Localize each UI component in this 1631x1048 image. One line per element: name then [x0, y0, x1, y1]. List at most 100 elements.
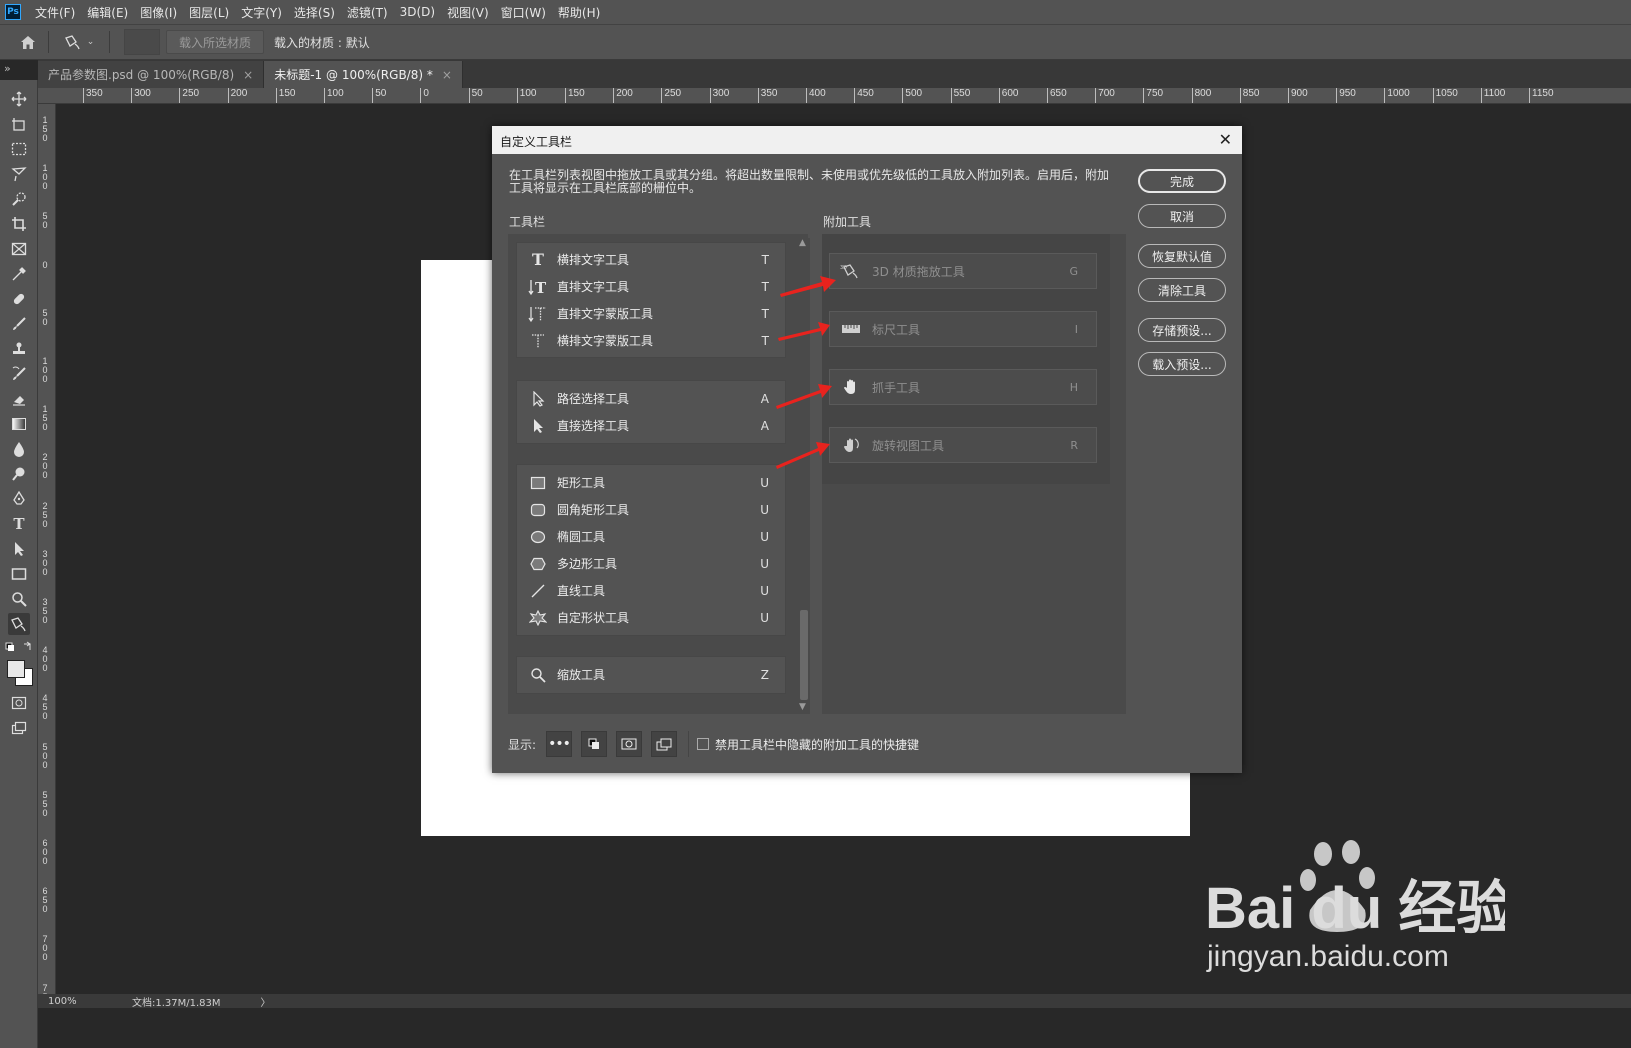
menu-edit[interactable]: 编辑(E) — [87, 4, 128, 21]
quick-mask-icon[interactable] — [8, 692, 30, 714]
tab-untitled-1[interactable]: 未标题-1 @ 100%(RGB/8) * × — [264, 61, 463, 88]
menu-layer[interactable]: 图层(L) — [189, 4, 229, 21]
history-brush-tool-icon[interactable] — [8, 363, 30, 385]
menu-image[interactable]: 图像(I) — [140, 4, 177, 21]
list-item[interactable]: T 直排文字工具 T — [517, 273, 785, 300]
show-colors-button[interactable] — [581, 731, 608, 757]
menu-type[interactable]: 文字(Y) — [241, 4, 282, 21]
pen-tool-icon[interactable] — [8, 488, 30, 510]
gradient-tool-icon[interactable] — [8, 413, 30, 435]
show-extra-tools-button[interactable]: ••• — [546, 731, 573, 757]
menu-file[interactable]: 文件(F) — [35, 4, 75, 21]
list-item[interactable]: 标尺工具 I — [829, 311, 1097, 347]
list-item[interactable]: 直接选择工具 A — [517, 412, 785, 439]
tool-preset-picker[interactable]: ⌄ — [59, 30, 99, 54]
menu-filter[interactable]: 滤镜(T) — [347, 4, 388, 21]
healing-brush-tool-icon[interactable] — [8, 288, 30, 310]
ruler-icon — [840, 324, 862, 334]
scroll-down-icon[interactable]: ▼ — [799, 702, 806, 712]
tool-group-type[interactable]: T 横排文字工具 T T 直排文字工具 T 直排文字蒙版工具 T 横排文字蒙版工… — [516, 242, 786, 358]
home-icon[interactable] — [18, 32, 38, 52]
list-item[interactable]: 缩放工具 Z — [517, 661, 785, 688]
ruler-tick-label: 1150 — [1529, 88, 1554, 103]
material-swatch[interactable] — [124, 29, 160, 55]
status-more-icon[interactable]: 〉 — [261, 994, 271, 1009]
zoom-tool-icon[interactable] — [8, 588, 30, 610]
extra-tools-list[interactable]: 3D 3D 材质拖放工具 G 标尺工具 I 抓手工具 H 旋转视图工具 R — [822, 234, 1126, 714]
list-item[interactable]: 旋转视图工具 R — [829, 427, 1097, 463]
list-item[interactable]: 椭圆工具 U — [517, 523, 785, 550]
ruler-tick-label: 900 — [1288, 88, 1308, 103]
toolbar-list[interactable]: T 横排文字工具 T T 直排文字工具 T 直排文字蒙版工具 T 横排文字蒙版工… — [508, 234, 808, 714]
eyedropper-tool-icon[interactable] — [8, 263, 30, 285]
artboard-tool-icon[interactable] — [8, 113, 30, 135]
tab-product-params[interactable]: 产品参数图.psd @ 100%(RGB/8) × — [38, 61, 265, 88]
menu-view[interactable]: 视图(V) — [447, 4, 489, 21]
close-icon[interactable]: ✕ — [1219, 130, 1232, 149]
type-horizontal-mask-icon — [527, 331, 549, 351]
path-selection-tool-icon[interactable] — [8, 538, 30, 560]
disable-shortcuts-label[interactable]: 禁用工具栏中隐藏的附加工具的快捷键 — [715, 736, 919, 753]
swap-colors-icon[interactable] — [4, 640, 34, 654]
color-swatches[interactable] — [5, 658, 33, 686]
close-icon[interactable]: × — [243, 68, 253, 82]
zoom-level[interactable]: 100% — [48, 996, 118, 1007]
save-preset-button[interactable]: 存储预设... — [1138, 318, 1226, 342]
list-item[interactable]: T 横排文字工具 T — [517, 246, 785, 273]
tool-group-zoom[interactable]: 缩放工具 Z — [516, 656, 786, 694]
disable-shortcuts-checkbox[interactable] — [697, 738, 710, 750]
quick-selection-tool-icon[interactable] — [8, 188, 30, 210]
show-screen-mode-button[interactable] — [651, 731, 678, 757]
blur-tool-icon[interactable] — [8, 438, 30, 460]
crop-tool-icon[interactable] — [8, 213, 30, 235]
type-horizontal-icon: T — [532, 250, 544, 269]
menu-help[interactable]: 帮助(H) — [558, 4, 600, 21]
menu-3d[interactable]: 3D(D) — [400, 5, 435, 19]
show-quick-mask-button[interactable] — [616, 731, 643, 757]
cancel-button[interactable]: 取消 — [1138, 204, 1226, 228]
list-item[interactable]: 抓手工具 H — [829, 369, 1097, 405]
tool-group-path-selection[interactable]: 路径选择工具 A 直接选择工具 A — [516, 380, 786, 444]
list-item[interactable]: 自定形状工具 U — [517, 604, 785, 631]
close-icon[interactable]: × — [442, 68, 452, 82]
done-button[interactable]: 完成 — [1138, 169, 1226, 193]
dialog-bottom-bar: 显示: ••• 禁用工具栏中隐藏的附加工具的快捷键 — [508, 729, 919, 759]
screen-mode-icon[interactable] — [8, 717, 30, 739]
list-item[interactable]: 圆角矩形工具 U — [517, 496, 785, 523]
dodge-tool-icon[interactable] — [8, 463, 30, 485]
svg-text:T: T — [535, 279, 547, 296]
clone-stamp-tool-icon[interactable] — [8, 338, 30, 360]
load-preset-button[interactable]: 载入预设... — [1138, 352, 1226, 376]
move-tool-icon[interactable] — [8, 88, 30, 110]
brush-tool-icon[interactable] — [8, 313, 30, 335]
menu-window[interactable]: 窗口(W) — [501, 4, 546, 21]
material-drop-tool-icon[interactable] — [8, 613, 30, 635]
list-item[interactable]: 路径选择工具 A — [517, 385, 785, 412]
list-item[interactable]: 直排文字蒙版工具 T — [517, 300, 785, 327]
rectangle-tool-icon[interactable] — [8, 563, 30, 585]
list-item[interactable]: 3D 3D 材质拖放工具 G — [829, 253, 1097, 289]
list-item[interactable]: 直线工具 U — [517, 577, 785, 604]
ruler-tick-label: 4 0 0 — [42, 645, 48, 674]
vertical-ruler[interactable]: 1 5 0 1 0 0 5 0 0 5 0 1 0 0 1 5 0 2 0 0 2 5 0 3 0… — [38, 104, 56, 994]
eraser-tool-icon[interactable] — [8, 388, 30, 410]
frame-tool-icon[interactable] — [8, 238, 30, 260]
scroll-thumb[interactable] — [800, 610, 808, 700]
lasso-tool-icon[interactable] — [8, 163, 30, 185]
list-item[interactable]: 横排文字蒙版工具 T — [517, 327, 785, 354]
options-separator — [109, 31, 110, 53]
list-item[interactable]: 多边形工具 U — [517, 550, 785, 577]
list-item[interactable]: 矩形工具 U — [517, 469, 785, 496]
tool-shortcut: U — [760, 475, 769, 490]
load-selected-material-button[interactable]: 载入所选材质 — [166, 30, 265, 54]
marquee-tool-icon[interactable] — [8, 138, 30, 160]
tool-shortcut: I — [1074, 322, 1078, 336]
horizontal-ruler[interactable]: 350 300 250 200 150 100 50 0 50 100 150 200 250 300 35… — [38, 88, 1631, 104]
type-tool-icon[interactable]: T — [8, 513, 30, 535]
restore-defaults-button[interactable]: 恢复默认值 — [1138, 244, 1226, 268]
tool-group-shapes[interactable]: 矩形工具 U 圆角矩形工具 U 椭圆工具 U 多边形工具 U 直线工具 U 自定… — [516, 464, 786, 636]
clear-tools-button[interactable]: 清除工具 — [1138, 278, 1226, 302]
scroll-up-icon[interactable]: ▲ — [799, 238, 806, 248]
menu-select[interactable]: 选择(S) — [294, 4, 335, 21]
collapse-panel-icon[interactable]: » — [4, 62, 11, 75]
